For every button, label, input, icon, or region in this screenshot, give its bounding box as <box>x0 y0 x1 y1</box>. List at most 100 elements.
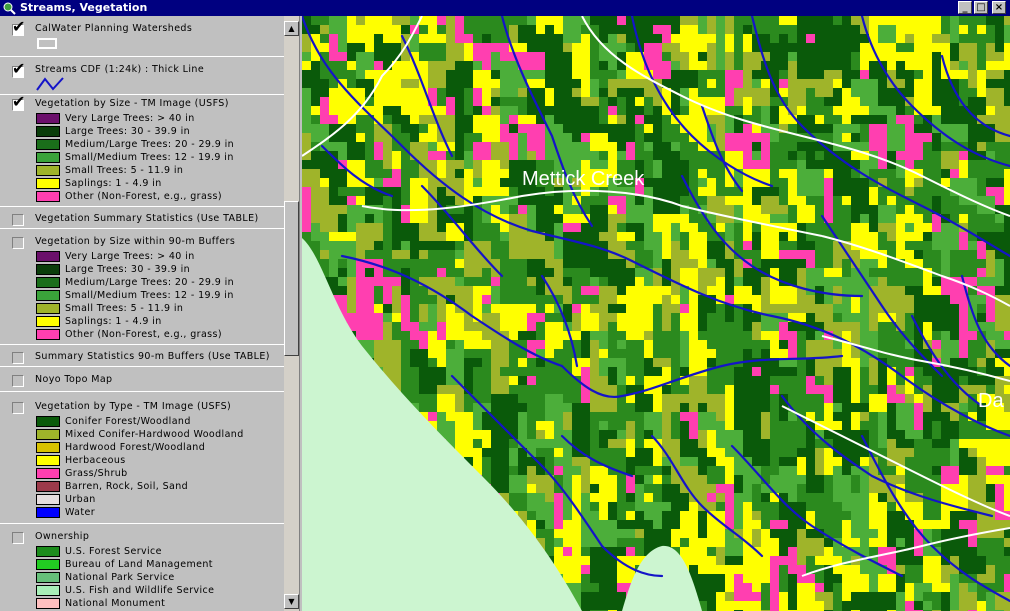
vegetation-cell <box>707 232 716 241</box>
vegetation-cell <box>680 25 689 34</box>
vegetation-cell <box>815 376 824 385</box>
vegetation-cell <box>995 61 1004 70</box>
vegetation-cell <box>698 520 707 529</box>
vegetation-cell <box>824 403 833 412</box>
theme-streams[interactable]: ✔ Streams CDF (1:24k) : Thick Line <box>0 56 284 94</box>
vegetation-cell <box>455 43 464 52</box>
buffer-summary-checkbox[interactable] <box>12 352 24 364</box>
close-button[interactable]: × <box>992 1 1006 14</box>
vegetation-cell <box>410 394 419 403</box>
vegetation-cell <box>599 142 608 151</box>
vegetation-cell <box>662 304 671 313</box>
theme-veg-summary[interactable]: Vegetation Summary Statistics (Use TABLE… <box>0 206 284 228</box>
vegetation-cell <box>995 151 1004 160</box>
class-label: Other (Non-Forest, e.g., grass) <box>65 329 222 340</box>
vegetation-cell <box>437 88 446 97</box>
vegetation-cell <box>356 79 365 88</box>
theme-label: Ownership <box>35 531 90 542</box>
vegetation-cell <box>905 430 914 439</box>
vegetation-cell <box>545 403 554 412</box>
vegetation-cell <box>626 70 635 79</box>
maximize-button[interactable]: □ <box>974 1 988 14</box>
vegetation-cell <box>752 223 761 232</box>
vegetation-cell <box>968 385 977 394</box>
vegetation-cell <box>986 322 995 331</box>
vegetation-cell <box>599 61 608 70</box>
vegetation-cell <box>887 403 896 412</box>
vegetation-cell <box>428 34 437 43</box>
minimize-button[interactable]: _ <box>958 1 972 14</box>
vegetation-cell <box>635 286 644 295</box>
vegetation-cell <box>716 457 725 466</box>
vegetation-cell <box>860 43 869 52</box>
vegetation-cell <box>815 484 824 493</box>
theme-ownership[interactable]: Ownership U.S. Forest Service Bureau of … <box>0 523 284 611</box>
theme-veg-buffers[interactable]: Vegetation by Size within 90-m Buffers V… <box>0 228 284 342</box>
veg-type-checkbox[interactable] <box>12 402 24 414</box>
map-canvas[interactable] <box>302 16 1010 611</box>
vegetation-cell <box>509 322 518 331</box>
vegetation-cell <box>671 394 680 403</box>
vegetation-cell <box>608 349 617 358</box>
theme-veg-type[interactable]: Vegetation by Type - TM Image (USFS) Con… <box>0 391 284 521</box>
vegetation-cell <box>617 79 626 88</box>
vegetation-cell <box>455 394 464 403</box>
vegetation-cell <box>914 439 923 448</box>
vegetation-cell <box>770 142 779 151</box>
theme-label: Noyo Topo Map <box>35 374 113 385</box>
vegetation-cell <box>662 241 671 250</box>
vegetation-cell <box>878 367 887 376</box>
scroll-up-arrow-icon[interactable]: ▲ <box>284 21 299 36</box>
vegetation-cell <box>554 124 563 133</box>
vegetation-cell <box>302 124 311 133</box>
scroll-thumb[interactable] <box>284 201 299 356</box>
vegetation-cell <box>752 493 761 502</box>
streams-checkbox[interactable]: ✔ <box>12 61 25 78</box>
scroll-down-arrow-icon[interactable]: ▼ <box>284 594 299 609</box>
vegetation-cell <box>446 367 455 376</box>
noyo-topo-checkbox[interactable] <box>12 375 24 387</box>
vegetation-cell <box>572 16 581 25</box>
vegetation-cell <box>491 79 500 88</box>
theme-noyo-topo[interactable]: Noyo Topo Map <box>0 366 284 390</box>
theme-veg-size[interactable]: ✔ Vegetation by Size - TM Image (USFS) V… <box>0 94 284 204</box>
vegetation-cell <box>851 277 860 286</box>
legend-scrollbar[interactable]: ▲ ▼ <box>284 16 299 611</box>
vegetation-cell <box>626 403 635 412</box>
vegetation-cell <box>590 16 599 25</box>
vegetation-cell <box>824 277 833 286</box>
vegetation-cell <box>455 268 464 277</box>
vegetation-cell <box>329 214 338 223</box>
vegetation-cell <box>770 439 779 448</box>
vegetation-cell <box>698 340 707 349</box>
veg-size-checkbox[interactable]: ✔ <box>12 94 25 111</box>
vegetation-cell <box>590 142 599 151</box>
vegetation-cell <box>491 142 500 151</box>
vegetation-cell <box>941 439 950 448</box>
vegetation-cell <box>554 331 563 340</box>
vegetation-cell <box>644 322 653 331</box>
vegetation-cell <box>554 349 563 358</box>
watersheds-checkbox[interactable]: ✔ <box>12 19 25 36</box>
vegetation-cell <box>761 403 770 412</box>
vegetation-cell <box>608 529 617 538</box>
vegetation-cell <box>419 97 428 106</box>
vegetation-cell <box>581 565 590 574</box>
vegetation-cell <box>761 196 770 205</box>
vegetation-cell <box>473 421 482 430</box>
vegetation-cell <box>797 367 806 376</box>
vegetation-cell <box>662 259 671 268</box>
veg-buffers-checkbox[interactable] <box>12 237 24 249</box>
vegetation-cell <box>635 268 644 277</box>
vegetation-cell <box>581 277 590 286</box>
ownership-checkbox[interactable] <box>12 532 24 544</box>
vegetation-cell <box>806 502 815 511</box>
theme-buffer-summary[interactable]: Summary Statistics 90-m Buffers (Use TAB… <box>0 344 284 366</box>
vegetation-cell <box>932 106 941 115</box>
vegetation-cell <box>797 79 806 88</box>
veg-summary-checkbox[interactable] <box>12 214 24 226</box>
vegetation-cell <box>986 52 995 61</box>
map-view[interactable]: Mettick Creek Da <box>302 16 1010 611</box>
theme-watersheds[interactable]: ✔ CalWater Planning Watersheds <box>0 16 284 60</box>
vegetation-cell <box>995 475 1004 484</box>
